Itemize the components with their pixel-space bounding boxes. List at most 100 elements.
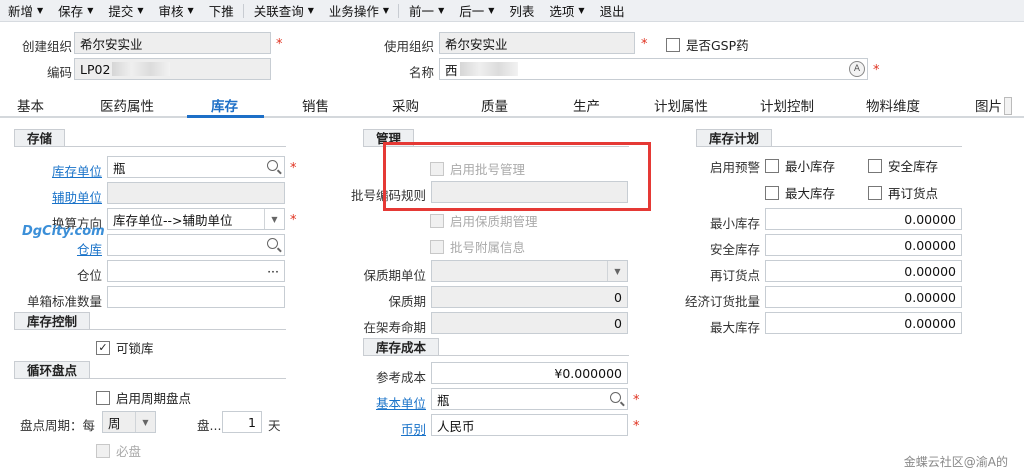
tab-purchase[interactable]: 采购 (392, 95, 419, 115)
stock-unit-value: 瓶 (113, 160, 126, 176)
next-button[interactable]: 后一 ▼ (451, 0, 501, 22)
checkbox-box[interactable] (666, 37, 680, 52)
base-unit-field[interactable]: 瓶 (431, 388, 628, 410)
section-title: 库存控制 (14, 312, 91, 329)
on-shelf-label: 在架寿命期 (363, 320, 426, 335)
required-mark: * (641, 37, 648, 52)
shelf-manage-checkbox: 启用保质期管理 (430, 211, 538, 230)
checkbox-box[interactable] (96, 390, 110, 405)
day-label: 天 (268, 418, 281, 433)
audit-button[interactable]: 审核 ▼ (151, 0, 201, 22)
reorder-checkbox[interactable]: 再订货点 (868, 183, 938, 202)
base-unit-label[interactable]: 基本单位 (330, 393, 426, 412)
tab-inventory[interactable]: 库存 (211, 95, 238, 115)
warehouse-field[interactable] (107, 234, 285, 256)
checkbox-checked[interactable]: ✓ (96, 340, 110, 355)
gsp-checkbox[interactable]: 是否GSP药 (666, 35, 749, 54)
tab-medical[interactable]: 医药属性 (100, 95, 154, 115)
alert-label: 启用预警 (709, 160, 760, 175)
checkbox-box[interactable] (765, 158, 779, 173)
previous-button[interactable]: 前一 ▼ (401, 0, 451, 22)
search-icon[interactable] (267, 238, 278, 249)
ellipsis-icon[interactable]: ··· (267, 264, 279, 279)
stock-unit-label[interactable]: 库存单位 (4, 161, 102, 180)
code-value: LP02 (80, 61, 111, 77)
ref-cost-field[interactable]: ¥0.000000 (431, 362, 628, 384)
checkbox-box[interactable] (868, 158, 882, 173)
submit-button[interactable]: 提交 ▼ (100, 0, 150, 22)
caret-down-icon: ▼ (87, 6, 94, 15)
box-qty-field[interactable] (107, 286, 285, 308)
tab-plan-attr[interactable]: 计划属性 (654, 95, 708, 115)
lockable-checkbox[interactable]: ✓ 可锁库 (96, 338, 154, 357)
exit-button[interactable]: 退出 (592, 0, 632, 22)
dropdown-arrow-icon[interactable]: ▼ (264, 209, 284, 229)
use-org-field[interactable]: 希尔安实业 (439, 32, 635, 54)
currency-field[interactable]: 人民币 (431, 414, 628, 436)
tab-plan-control[interactable]: 计划控制 (760, 95, 814, 115)
safe-stock-label: 安全库存 (709, 242, 760, 257)
storage-section-header: 存储 (14, 129, 286, 147)
checkbox-box[interactable] (765, 185, 779, 200)
dropdown-arrow-icon: ▼ (607, 261, 627, 281)
business-ops-button[interactable]: 业务操作 ▼ (321, 0, 396, 22)
required-mark: * (276, 37, 283, 52)
min-stock-checkbox[interactable]: 最小库存 (765, 156, 835, 175)
required-mark: * (290, 213, 297, 228)
base-unit-value: 瓶 (437, 392, 450, 408)
enable-cycle-label: 启用周期盘点 (116, 391, 192, 406)
max-stock-checkbox[interactable]: 最大库存 (765, 183, 835, 202)
ref-cost-value: ¥0.000000 (554, 365, 622, 381)
tab-picture[interactable]: 图片 (975, 95, 1002, 115)
checkbox-box (96, 443, 110, 458)
max-stock-field[interactable]: 0.00000 (765, 312, 962, 334)
warehouse-label[interactable]: 仓库 (4, 239, 102, 258)
options-button[interactable]: 选项 ▼ (541, 0, 591, 22)
tab-production[interactable]: 生产 (573, 95, 600, 115)
name-field[interactable]: 西 (439, 58, 868, 80)
currency-label[interactable]: 币别 (330, 419, 426, 438)
safe-stock-field[interactable]: 0.00000 (765, 234, 962, 256)
tab-basic[interactable]: 基本 (17, 95, 44, 115)
push-down-button[interactable]: 下推 (201, 0, 241, 22)
must-count-checkbox: 必盘 (96, 441, 141, 460)
list-button[interactable]: 列表 (501, 0, 541, 22)
multilang-icon[interactable]: A (849, 61, 865, 77)
new-button[interactable]: 新增 ▼ (0, 0, 50, 22)
create-org-field[interactable]: 希尔安实业 (74, 32, 271, 54)
location-field[interactable]: ··· (107, 260, 285, 282)
safe-stock-checkbox[interactable]: 安全库存 (868, 156, 938, 175)
save-button[interactable]: 保存 ▼ (50, 0, 100, 22)
use-org-value: 希尔安实业 (445, 36, 508, 52)
conv-dir-select[interactable]: 库存单位-->辅助单位 ▼ (107, 208, 285, 230)
period-unit-value: 周 (108, 415, 121, 431)
name-value: 西 (445, 62, 458, 78)
toolbar-divider (242, 3, 244, 18)
tab-scroll-handle[interactable] (1004, 97, 1012, 115)
search-icon[interactable] (267, 160, 278, 171)
related-query-button[interactable]: 关联查询 ▼ (246, 0, 321, 22)
checkbox-box[interactable] (868, 185, 882, 200)
min-stock-value: 0.00000 (904, 211, 956, 227)
stock-unit-field[interactable]: 瓶 (107, 156, 285, 178)
shelf-unit-label: 保质期单位 (363, 268, 426, 283)
aux-unit-label[interactable]: 辅助单位 (4, 187, 102, 206)
required-mark: * (873, 63, 880, 78)
batch-attach-checkbox: 批号附属信息 (430, 237, 525, 256)
reorder-point-field[interactable]: 0.00000 (765, 260, 962, 282)
tab-quality[interactable]: 质量 (481, 95, 508, 115)
search-icon[interactable] (610, 392, 621, 403)
min-stock-field[interactable]: 0.00000 (765, 208, 962, 230)
tab-sales[interactable]: 销售 (302, 95, 329, 115)
enable-cycle-checkbox[interactable]: 启用周期盘点 (96, 388, 191, 407)
must-count-label: 必盘 (116, 444, 142, 459)
tab-material-dim[interactable]: 物料维度 (866, 95, 920, 115)
count-field[interactable]: 1 (222, 411, 262, 433)
code-field[interactable]: LP02 (74, 58, 271, 80)
eoq-field[interactable]: 0.00000 (765, 286, 962, 308)
count-value: 1 (248, 414, 256, 430)
create-org-label: 创建组织 (21, 39, 72, 54)
currency-value: 人民币 (437, 418, 475, 434)
required-mark: * (633, 419, 640, 434)
shelf-life-value: 0 (614, 289, 622, 305)
